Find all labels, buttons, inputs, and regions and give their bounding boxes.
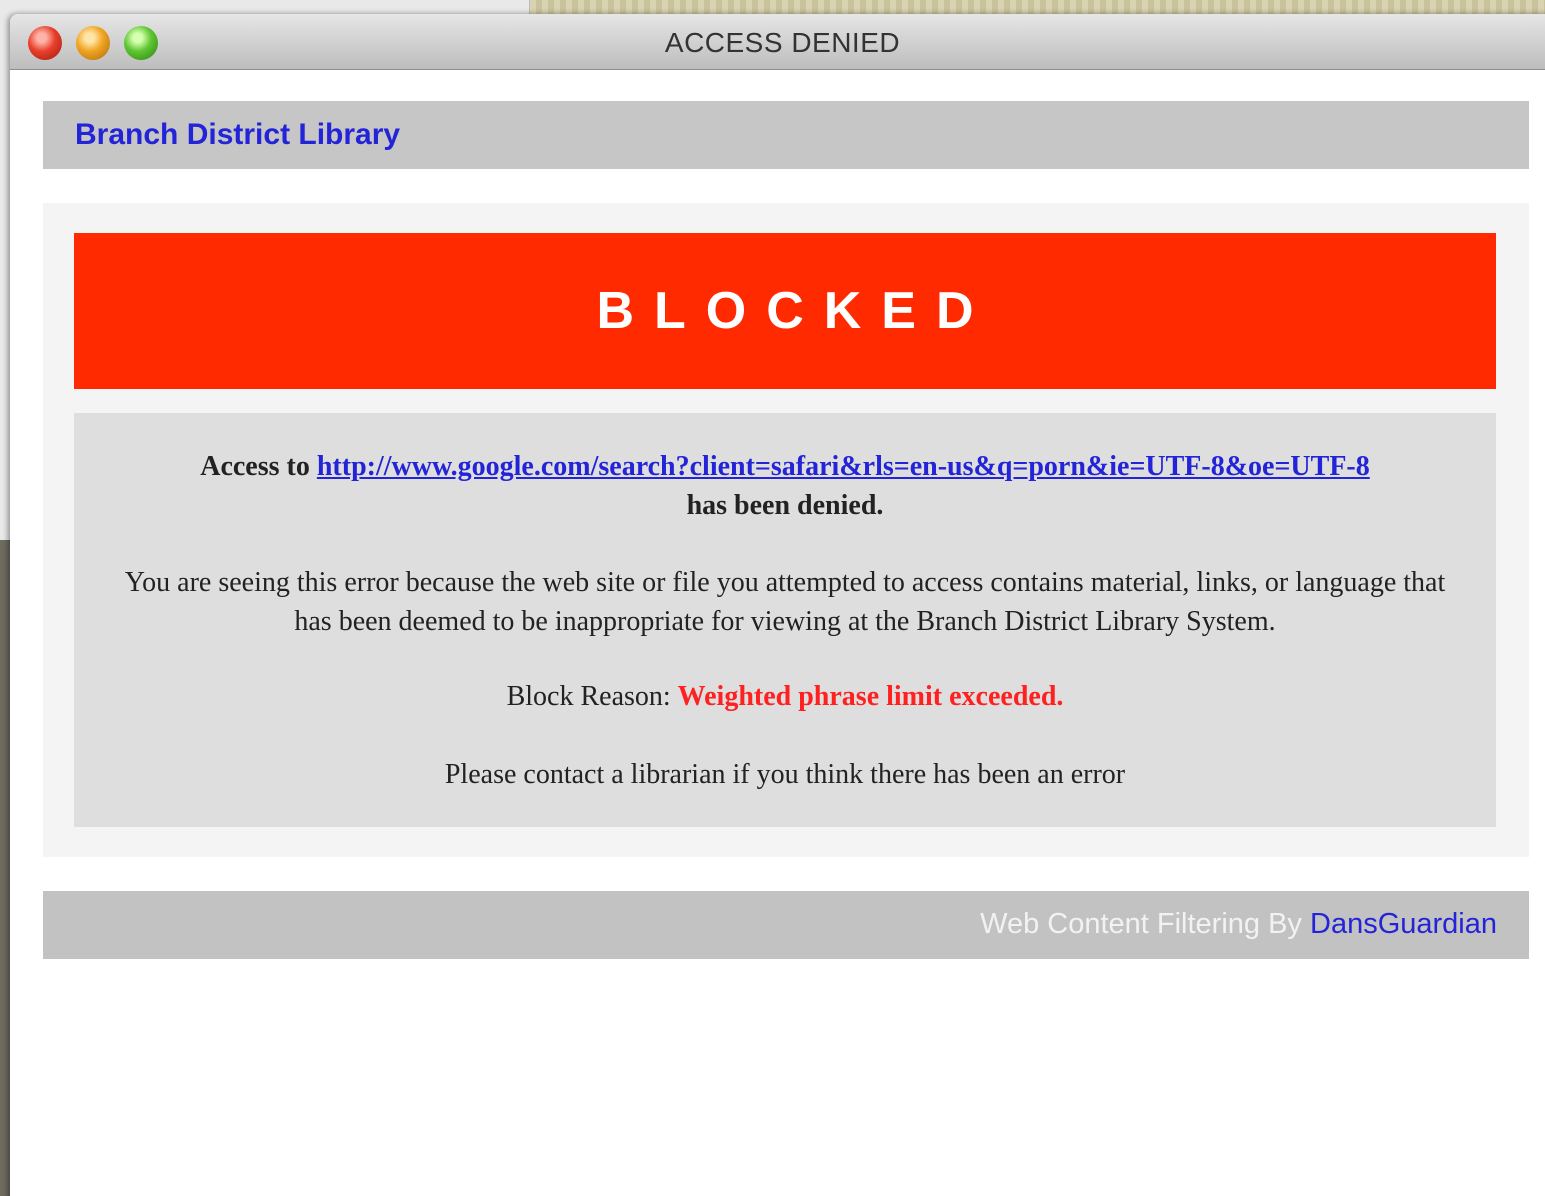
blocked-url-link[interactable]: http://www.google.com/search?client=safa… xyxy=(317,451,1370,482)
contact-librarian-text: Please contact a librarian if you think … xyxy=(444,759,1126,790)
library-header: Branch District Library xyxy=(43,101,1529,169)
access-prefix: Access to xyxy=(200,451,310,482)
block-reason: Block Reason: Weighted phrase limit exce… xyxy=(74,681,1496,713)
denial-message: Access to http://www.google.com/search?c… xyxy=(74,413,1496,827)
explanation-text: You are seeing this error because the we… xyxy=(124,567,1446,637)
footer-credit: Web Content Filtering By DansGuardian xyxy=(980,908,1497,941)
library-home-link[interactable]: Branch District Library xyxy=(75,118,400,152)
dansguardian-link[interactable]: DansGuardian xyxy=(1310,908,1497,940)
blocked-heading: BLOCKED xyxy=(596,282,994,340)
access-denied-line: Access to http://www.google.com/search?c… xyxy=(74,447,1496,525)
blocked-banner: BLOCKED xyxy=(74,233,1496,389)
window-title: ACCESS DENIED xyxy=(664,27,901,58)
block-reason-value: Weighted phrase limit exceeded. xyxy=(677,681,1064,712)
footer-prefix: Web Content Filtering By xyxy=(980,908,1302,940)
browser-window: ACCESS DENIED Branch District Library BL… xyxy=(10,14,1545,1196)
title-bar[interactable]: ACCESS DENIED xyxy=(10,14,1545,70)
block-panel: BLOCKED Access to http://www.google.com/… xyxy=(43,203,1529,857)
block-reason-label: Block Reason: xyxy=(506,681,671,712)
access-suffix: has been denied. xyxy=(686,490,884,521)
footer-bar: Web Content Filtering By DansGuardian xyxy=(43,891,1529,959)
